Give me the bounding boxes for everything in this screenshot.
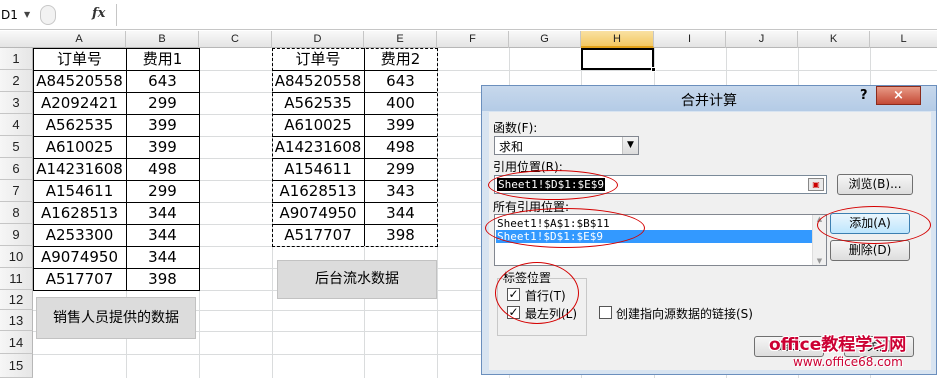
table-cell[interactable]: 398 bbox=[126, 268, 199, 290]
row-header[interactable]: 1 bbox=[0, 48, 33, 70]
formula-input[interactable] bbox=[116, 4, 937, 26]
row-header[interactable]: 7 bbox=[0, 180, 33, 202]
column-header-d[interactable]: D bbox=[272, 31, 364, 48]
column-header-g[interactable]: G bbox=[509, 31, 581, 48]
function-dropdown[interactable]: 求和 ▼ bbox=[494, 136, 639, 155]
insert-function-icon[interactable]: fx bbox=[92, 6, 105, 21]
annotation-ellipse bbox=[817, 206, 931, 244]
chevron-down-icon[interactable]: ▼ bbox=[622, 137, 638, 154]
table-cell[interactable]: 344 bbox=[126, 246, 199, 268]
name-box[interactable]: D1 bbox=[0, 6, 36, 24]
table-cell[interactable]: 643 bbox=[126, 70, 199, 92]
table-cell[interactable]: 498 bbox=[126, 158, 199, 180]
dialog-title-bar[interactable]: 合并计算 ? × bbox=[482, 86, 936, 111]
annotation-ellipse bbox=[485, 208, 645, 248]
fill-handle[interactable] bbox=[651, 67, 656, 72]
table-header-cell[interactable]: 费用1 bbox=[126, 48, 199, 70]
row-header[interactable]: 2 bbox=[0, 70, 33, 92]
column-header-e[interactable]: E bbox=[364, 31, 437, 48]
create-links-label: 创建指向源数据的链接(S) bbox=[616, 307, 753, 321]
table-cell[interactable]: A610025 bbox=[272, 114, 364, 136]
sales-data-button[interactable]: 销售人员提供的数据 bbox=[36, 297, 196, 339]
column-header-k[interactable]: K bbox=[798, 31, 870, 48]
row-header[interactable]: 11 bbox=[0, 268, 33, 290]
table-cell[interactable]: A253300 bbox=[33, 224, 126, 246]
table-cell[interactable]: A9074950 bbox=[33, 246, 126, 268]
table-cell[interactable]: 398 bbox=[364, 224, 437, 246]
row-header[interactable]: 9 bbox=[0, 224, 33, 246]
table-cell[interactable]: A9074950 bbox=[272, 202, 364, 224]
help-icon[interactable]: ? bbox=[860, 88, 868, 103]
browse-button[interactable]: 浏览(B)... bbox=[837, 174, 913, 195]
row-header[interactable]: 10 bbox=[0, 246, 33, 268]
watermark-url: www.office68.com bbox=[793, 355, 903, 369]
table-cell[interactable]: A1628513 bbox=[272, 180, 364, 202]
table-cell[interactable]: 400 bbox=[364, 92, 437, 114]
table-cell[interactable]: A562535 bbox=[272, 92, 364, 114]
row-header[interactable]: 3 bbox=[0, 92, 33, 114]
watermark-title: office教程学习网 bbox=[769, 335, 907, 355]
column-header-h[interactable]: H bbox=[581, 31, 654, 48]
row-header[interactable]: 5 bbox=[0, 136, 33, 158]
annotation-ellipse bbox=[488, 170, 618, 200]
function-value: 求和 bbox=[499, 140, 524, 154]
column-header-i[interactable]: I bbox=[654, 31, 726, 48]
column-header-a[interactable]: A bbox=[33, 31, 126, 48]
row-header[interactable]: 12 bbox=[0, 290, 33, 310]
table-cell[interactable]: 399 bbox=[126, 114, 199, 136]
table-cell[interactable]: A562535 bbox=[33, 114, 126, 136]
formula-bar: D1 ▼ fx bbox=[0, 0, 937, 30]
table-cell[interactable]: 299 bbox=[126, 180, 199, 202]
function-label: 函数(F): bbox=[493, 121, 538, 135]
table-cell[interactable]: A517707 bbox=[33, 268, 126, 290]
row-header[interactable]: 8 bbox=[0, 202, 33, 224]
table-header-cell[interactable]: 订单号 bbox=[33, 48, 126, 70]
table-cell[interactable]: 399 bbox=[126, 136, 199, 158]
backend-data-button[interactable]: 后台流水数据 bbox=[277, 260, 437, 299]
formula-bar-splitter[interactable] bbox=[40, 5, 56, 25]
close-icon[interactable]: × bbox=[876, 86, 921, 105]
table-cell[interactable]: A84520558 bbox=[272, 70, 364, 92]
row-header[interactable]: 14 bbox=[0, 331, 33, 354]
table-cell[interactable]: 299 bbox=[126, 92, 199, 114]
table-cell[interactable]: A84520558 bbox=[33, 70, 126, 92]
column-header-f[interactable]: F bbox=[437, 31, 509, 48]
table-cell[interactable]: A1628513 bbox=[33, 202, 126, 224]
row-header[interactable]: 4 bbox=[0, 114, 33, 136]
collapse-dialog-icon[interactable]: ▣ bbox=[808, 178, 824, 191]
create-links-checkbox[interactable] bbox=[599, 306, 612, 319]
column-header-j[interactable]: J bbox=[726, 31, 798, 48]
table-cell[interactable]: 343 bbox=[364, 180, 437, 202]
table-header-cell[interactable]: 费用2 bbox=[364, 48, 437, 70]
active-cell-h1[interactable] bbox=[581, 48, 654, 70]
table-cell[interactable]: A2092421 bbox=[33, 92, 126, 114]
table-cell[interactable]: 344 bbox=[364, 202, 437, 224]
column-header-b[interactable]: B bbox=[126, 31, 199, 48]
chevron-down-icon[interactable]: ▼ bbox=[24, 6, 30, 24]
row-header[interactable]: 15 bbox=[0, 354, 33, 378]
table-cell[interactable]: A154611 bbox=[33, 180, 126, 202]
dialog-title: 合并计算 bbox=[681, 93, 737, 109]
table-cell[interactable]: A14231608 bbox=[272, 136, 364, 158]
table-cell[interactable]: 498 bbox=[364, 136, 437, 158]
row-header[interactable]: 13 bbox=[0, 310, 33, 331]
table-cell[interactable]: 399 bbox=[364, 114, 437, 136]
table-cell[interactable]: A517707 bbox=[272, 224, 364, 246]
table-header-cell[interactable]: 订单号 bbox=[272, 48, 364, 70]
chevron-down-icon[interactable]: ▼ bbox=[813, 257, 826, 265]
column-header-c[interactable]: C bbox=[199, 31, 272, 48]
column-header-l[interactable]: L bbox=[870, 31, 937, 48]
table-cell[interactable]: A610025 bbox=[33, 136, 126, 158]
table-cell[interactable]: 643 bbox=[364, 70, 437, 92]
table-cell[interactable]: A14231608 bbox=[33, 158, 126, 180]
table-cell[interactable]: 344 bbox=[126, 224, 199, 246]
column-headers: A B C D E F G H I J K L bbox=[0, 31, 937, 48]
row-header[interactable]: 6 bbox=[0, 158, 33, 180]
annotation-ellipse bbox=[495, 262, 579, 324]
table-cell[interactable]: 344 bbox=[126, 202, 199, 224]
table-cell[interactable]: 299 bbox=[364, 158, 437, 180]
table-cell[interactable]: A154611 bbox=[272, 158, 364, 180]
